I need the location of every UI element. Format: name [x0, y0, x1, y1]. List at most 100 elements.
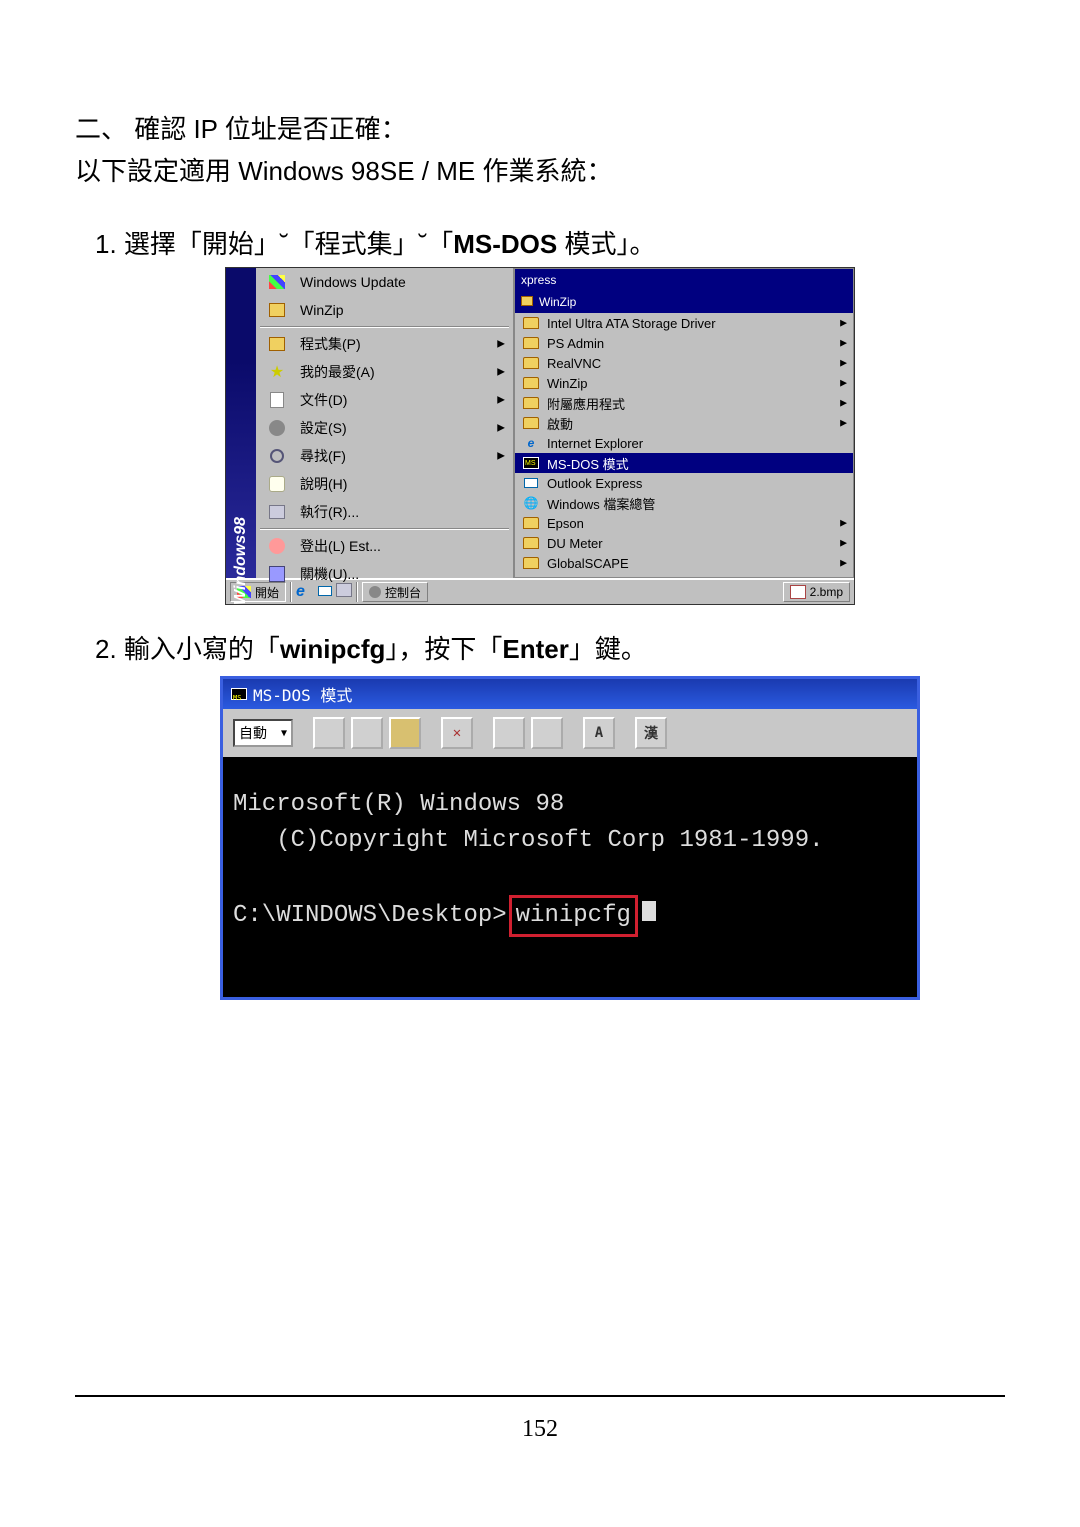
arrow-icon: ▶	[840, 398, 847, 409]
shutdown-icon	[262, 562, 292, 586]
submenu-item[interactable]: Epson▶	[515, 513, 853, 533]
submenu-label: PS Admin	[547, 336, 604, 351]
dos-prompt: C:\WINDOWS\Desktop>	[233, 902, 507, 929]
dos-toolbar: 自動 ▼ ✕ A 漢	[223, 709, 917, 757]
font-size-dropdown[interactable]: 自動 ▼	[233, 719, 293, 747]
help-icon	[262, 472, 292, 496]
doc-icon	[262, 388, 292, 412]
start-item-label: 設定(S)	[300, 418, 347, 438]
start-item-logoff[interactable]: 登出(L) Est...	[256, 532, 513, 560]
folder-icon	[521, 355, 541, 371]
step2-num: 2.	[95, 634, 117, 664]
dos-command: winipcfg	[509, 895, 638, 937]
folder-icon	[521, 415, 541, 431]
submenu-label: Epson	[547, 516, 584, 531]
logoff-icon	[262, 534, 292, 558]
start-item-run[interactable]: 執行(R)...	[256, 498, 513, 526]
submenu-item[interactable]: GlobalSCAPE▶	[515, 553, 853, 573]
start-item-label: 我的最愛(A)	[300, 362, 375, 382]
dos-terminal[interactable]: Microsoft(R) Windows 98 (C)Copyright Mic…	[223, 757, 917, 997]
submenu-item[interactable]: 附屬應用程式▶	[515, 393, 853, 413]
chevron-down-icon: ▼	[281, 728, 287, 739]
folder-icon	[521, 395, 541, 411]
arrow-icon: ▶	[497, 451, 505, 462]
arrow-icon: ▶	[840, 558, 847, 569]
start-item-find[interactable]: 尋找(F) ▶	[256, 442, 513, 470]
toolbar-button[interactable]	[351, 717, 383, 749]
start-item-settings[interactable]: 設定(S) ▶	[256, 414, 513, 442]
step2-t2: 」，按下「	[385, 634, 502, 664]
arrow-icon: ▶	[840, 358, 847, 369]
run-icon	[262, 500, 292, 524]
start-item-label: 文件(D)	[300, 390, 347, 410]
start-item-winzip[interactable]: WinZip	[256, 296, 513, 324]
start-item-shutdown[interactable]: 關機(U)...	[256, 560, 513, 588]
find-icon	[262, 444, 292, 468]
dos-title-text: MS-DOS 模式	[253, 682, 352, 706]
toolbar-button[interactable]	[389, 717, 421, 749]
screenshot-start-menu: Windows98 Windows Update WinZip 程式集(P) ▶	[225, 267, 855, 605]
step1-t2: 模式」。	[557, 229, 655, 259]
globe-icon: 🌐	[521, 495, 541, 511]
gear-icon	[262, 416, 292, 440]
start-item-windows-update[interactable]: Windows Update	[256, 268, 513, 296]
start-menu: Windows Update WinZip 程式集(P) ▶ ★ 我的最愛(A)…	[256, 268, 514, 578]
arrow-icon: ▶	[840, 338, 847, 349]
start-item-help[interactable]: 說明(H)	[256, 470, 513, 498]
folder-icon	[521, 375, 541, 391]
han-label: 漢	[644, 723, 658, 743]
submenu-item-explorer[interactable]: 🌐Windows 檔案總管	[515, 493, 853, 513]
toolbar-button-a[interactable]: A	[583, 717, 615, 749]
start-item-label: 執行(R)...	[300, 502, 359, 522]
arrow-icon: ▶	[497, 339, 505, 350]
submenu-item[interactable]: PS Admin ▶	[515, 333, 853, 353]
submenu-label: RealVNC	[547, 356, 601, 371]
start-item-label: WinZip	[300, 302, 344, 318]
step2-t1: 輸入小寫的「	[124, 634, 280, 664]
step1-t1: 選擇「開始」˘「程式集」˘「	[124, 229, 453, 259]
submenu-item[interactable]: DU Meter ▶	[515, 533, 853, 553]
submenu-item-oe[interactable]: Outlook Express	[515, 473, 853, 493]
subheading-suffix: 作業系統：	[475, 156, 612, 186]
toolbar-button[interactable]	[531, 717, 563, 749]
submenu-label: Intel Ultra ATA Storage Driver	[547, 316, 716, 331]
arrow-icon: ▶	[497, 367, 505, 378]
star-icon: ★	[262, 360, 292, 384]
toolbar-button[interactable]: ✕	[441, 717, 473, 749]
start-item-label: 登出(L) Est...	[300, 536, 381, 556]
section-heading: 二、 確認 IP 位址是否正確：	[75, 110, 1005, 149]
outlook-icon	[521, 475, 541, 491]
dos-icon	[521, 455, 541, 471]
submenu-item[interactable]: RealVNC ▶	[515, 353, 853, 373]
submenu-item-ie[interactable]: eInternet Explorer	[515, 433, 853, 453]
arrow-icon: ▶	[840, 378, 847, 389]
submenu-label: DU Meter	[547, 536, 603, 551]
dropdown-label: 自動	[239, 723, 267, 743]
ie-icon: e	[521, 435, 541, 451]
submenu-item[interactable]: WinZip▶	[515, 373, 853, 393]
winflag-icon	[262, 270, 292, 294]
start-item-programs[interactable]: 程式集(P) ▶	[256, 330, 513, 358]
programs-submenu: xpress WinZip Intel Ultra ATA Storage Dr…	[514, 268, 854, 578]
screenshot-dos: MS-DOS 模式 自動 ▼ ✕ A 漢 Microsoft(R) Window…	[220, 676, 920, 1000]
folder-icon	[521, 555, 541, 571]
submenu-header-xpress: xpress	[515, 269, 853, 291]
separator	[260, 326, 509, 328]
folder-icon	[521, 335, 541, 351]
start-item-favorites[interactable]: ★ 我的最愛(A) ▶	[256, 358, 513, 386]
toolbar-button[interactable]	[313, 717, 345, 749]
task-bmp[interactable]: 2.bmp	[783, 582, 850, 602]
arrow-icon: ▶	[840, 538, 847, 549]
submenu-item-msdos[interactable]: MS-DOS 模式	[515, 453, 853, 473]
win98-sidebar: Windows98	[226, 268, 256, 578]
step1-bold: MS-DOS	[453, 229, 557, 259]
folder-icon	[521, 535, 541, 551]
toolbar-button[interactable]	[493, 717, 525, 749]
subheading-bold: Windows 98SE / ME	[238, 156, 475, 186]
step2-bold2: Enter	[502, 634, 568, 664]
start-item-documents[interactable]: 文件(D) ▶	[256, 386, 513, 414]
toolbar-button-han[interactable]: 漢	[635, 717, 667, 749]
submenu-item[interactable]: 啟動▶	[515, 413, 853, 433]
box-icon	[521, 295, 533, 309]
submenu-item[interactable]: Intel Ultra ATA Storage Driver▶	[515, 313, 853, 333]
